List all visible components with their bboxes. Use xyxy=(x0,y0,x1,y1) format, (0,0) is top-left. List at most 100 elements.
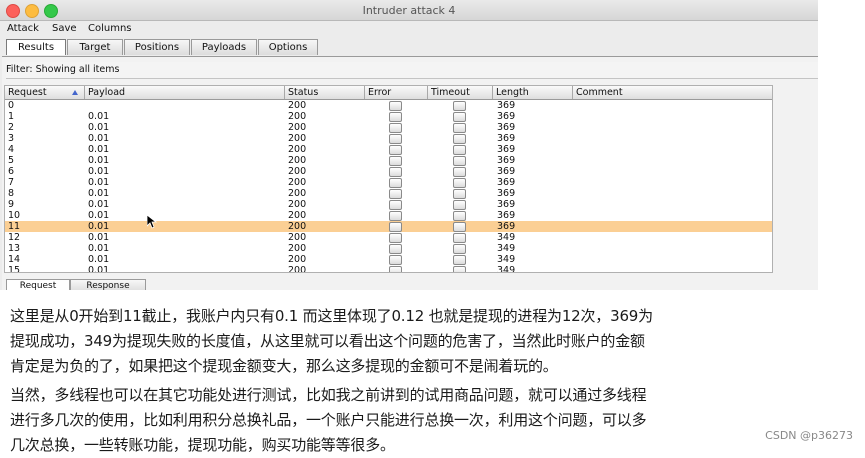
timeout-checkbox xyxy=(453,189,466,199)
column-header-error[interactable]: Error xyxy=(365,86,428,99)
error-checkbox xyxy=(389,211,402,221)
cell-payload: 0.01 xyxy=(88,166,110,177)
cell-request: 3 xyxy=(8,133,15,144)
error-checkbox xyxy=(389,255,402,265)
cell-payload: 0.01 xyxy=(88,221,110,232)
menu-save[interactable]: Save xyxy=(52,23,77,34)
cell-status: 200 xyxy=(288,221,307,232)
table-row[interactable]: 11 0.01 200 369 xyxy=(5,221,772,232)
menu-attack[interactable]: Attack xyxy=(7,23,39,34)
table-row[interactable]: 12 0.01 200 349 xyxy=(5,232,772,243)
tab-request[interactable]: Request xyxy=(6,279,70,290)
table-row[interactable]: 5 0.01 200 369 xyxy=(5,155,772,166)
cell-length: 369 xyxy=(497,100,516,111)
filter-bar[interactable]: Filter: Showing all items xyxy=(6,62,818,79)
cell-status: 200 xyxy=(288,188,307,199)
cell-length: 369 xyxy=(497,199,516,210)
cell-status: 200 xyxy=(288,199,307,210)
cell-payload: 0.01 xyxy=(88,155,110,166)
timeout-checkbox xyxy=(453,233,466,243)
timeout-checkbox xyxy=(453,178,466,188)
error-checkbox xyxy=(389,156,402,166)
cell-status: 200 xyxy=(288,100,307,111)
timeout-checkbox xyxy=(453,112,466,122)
column-header-payload[interactable]: Payload xyxy=(85,86,285,99)
cell-length: 369 xyxy=(497,221,516,232)
window-title: Intruder attack 4 xyxy=(362,4,456,17)
text-line: 进行多几次的使用，比如利用积分总换礼品，一个账户只能进行总换一次，利用这个问题，… xyxy=(10,411,647,429)
cell-length: 369 xyxy=(497,177,516,188)
column-header-comment[interactable]: Comment xyxy=(573,86,772,99)
table-row[interactable]: 15 0.01 200 349 xyxy=(5,265,772,272)
table-row[interactable]: 7 0.01 200 369 xyxy=(5,177,772,188)
table-row[interactable]: 3 0.01 200 369 xyxy=(5,133,772,144)
timeout-checkbox xyxy=(453,167,466,177)
menu-columns[interactable]: Columns xyxy=(88,23,132,34)
cell-status: 200 xyxy=(288,133,307,144)
cell-payload: 0.01 xyxy=(88,188,110,199)
timeout-checkbox xyxy=(453,145,466,155)
cell-request: 1 xyxy=(8,111,15,122)
cell-payload: 0.01 xyxy=(88,199,110,210)
column-header-request[interactable]: Request xyxy=(5,86,85,99)
cell-status: 200 xyxy=(288,122,307,133)
article-paragraph-1: 这里是从0开始到11截止，我账户内只有0.1 而这里体现了0.12 也就是提现的… xyxy=(10,304,855,379)
cell-length: 349 xyxy=(497,232,516,243)
tab-target[interactable]: Target xyxy=(67,39,123,55)
table-row[interactable]: 10 0.01 200 369 xyxy=(5,210,772,221)
column-header-status[interactable]: Status xyxy=(285,86,365,99)
cell-length: 369 xyxy=(497,155,516,166)
timeout-checkbox xyxy=(453,134,466,144)
text-line: 提现成功，349为提现失败的长度值，从这里就可以看出这个问题的危害了，当然此时账… xyxy=(10,332,645,350)
table-row[interactable]: 4 0.01 200 369 xyxy=(5,144,772,155)
timeout-checkbox xyxy=(453,255,466,265)
cell-payload: 0.01 xyxy=(88,254,110,265)
table-row[interactable]: 1 0.01 200 369 xyxy=(5,111,772,122)
cell-status: 200 xyxy=(288,254,307,265)
table-header: Request Payload Status Error Timeout Len… xyxy=(5,86,772,100)
tab-positions[interactable]: Positions xyxy=(124,39,190,55)
cell-payload: 0.01 xyxy=(88,232,110,243)
tab-response[interactable]: Response xyxy=(70,279,146,290)
text-line: 这里是从0开始到11截止，我账户内只有0.1 而这里体现了0.12 也就是提现的… xyxy=(10,307,653,325)
column-header-timeout[interactable]: Timeout xyxy=(428,86,493,99)
table-row[interactable]: 6 0.01 200 369 xyxy=(5,166,772,177)
tab-options[interactable]: Options xyxy=(258,39,318,55)
error-checkbox xyxy=(389,266,402,272)
cell-request: 12 xyxy=(8,232,21,243)
table-row[interactable]: 9 0.01 200 369 xyxy=(5,199,772,210)
cell-request: 10 xyxy=(8,210,21,221)
cell-payload: 0.01 xyxy=(88,111,110,122)
cell-length: 369 xyxy=(497,133,516,144)
cell-status: 200 xyxy=(288,111,307,122)
article-paragraph-2: 当然，多线程也可以在其它功能处进行测试，比如我之前讲到的试用商品问题，就可以通过… xyxy=(10,383,855,458)
tab-results[interactable]: Results xyxy=(6,39,66,55)
table-row[interactable]: 14 0.01 200 349 xyxy=(5,254,772,265)
cell-status: 200 xyxy=(288,210,307,221)
menu-bar: Attack Save Columns xyxy=(0,21,818,37)
cell-request: 5 xyxy=(8,155,15,166)
text-line: 几次总换，一些转账功能，提现功能，购买功能等等很多。 xyxy=(10,436,395,454)
column-header-length[interactable]: Length xyxy=(493,86,573,99)
cell-status: 200 xyxy=(288,243,307,254)
error-checkbox xyxy=(389,123,402,133)
cell-length: 369 xyxy=(497,122,516,133)
tab-payloads[interactable]: Payloads xyxy=(191,39,257,55)
cell-request: 9 xyxy=(8,199,15,210)
cell-request: 2 xyxy=(8,122,15,133)
timeout-checkbox xyxy=(453,266,466,272)
results-table: Request Payload Status Error Timeout Len… xyxy=(4,85,773,273)
cell-request: 6 xyxy=(8,166,15,177)
table-row[interactable]: 13 0.01 200 349 xyxy=(5,243,772,254)
table-row[interactable]: 2 0.01 200 369 xyxy=(5,122,772,133)
cell-request: 7 xyxy=(8,177,15,188)
sort-ascending-icon xyxy=(72,90,78,95)
table-row[interactable]: 0 200 369 xyxy=(5,100,772,111)
timeout-checkbox xyxy=(453,244,466,254)
timeout-checkbox xyxy=(453,156,466,166)
timeout-checkbox xyxy=(453,123,466,133)
table-row[interactable]: 8 0.01 200 369 xyxy=(5,188,772,199)
cell-status: 200 xyxy=(288,166,307,177)
cell-status: 200 xyxy=(288,232,307,243)
cell-length: 369 xyxy=(497,144,516,155)
